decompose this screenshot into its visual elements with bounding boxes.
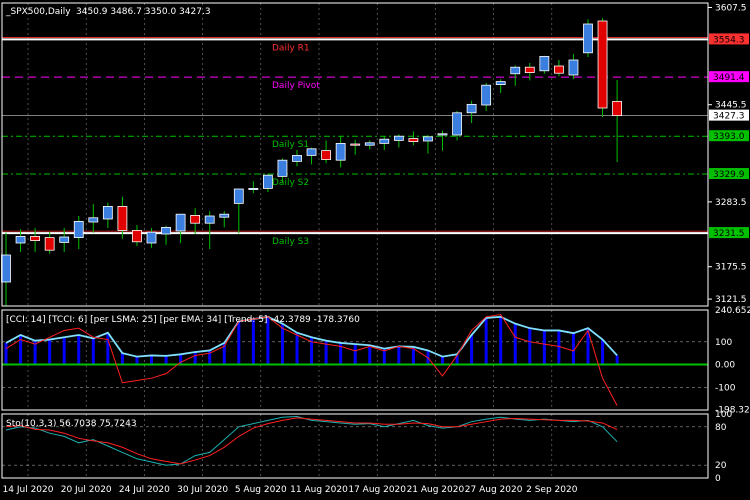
candle-body-15 bbox=[219, 213, 230, 218]
x-label-4: 5 Aug 2020 bbox=[235, 485, 287, 495]
level-name-5: Daily S3 bbox=[272, 237, 309, 247]
candle-body-13 bbox=[190, 214, 201, 224]
level-tag-label-2: 3427.3 bbox=[713, 112, 745, 122]
candle-body-27 bbox=[393, 135, 404, 141]
cci-panel: [CCI: 14] [TCCI: 6] [per LSMA: 25] [per … bbox=[2, 314, 708, 406]
x-label-9: 2 Sep 2020 bbox=[526, 485, 578, 495]
candle-body-3 bbox=[44, 237, 55, 251]
x-label-3: 30 Jul 2020 bbox=[177, 485, 228, 495]
x-label-5: 11 Aug 2020 bbox=[290, 485, 348, 495]
x-label-0: 14 Jul 2020 bbox=[3, 485, 54, 495]
candle-body-4 bbox=[59, 236, 70, 243]
candle-body-20 bbox=[292, 154, 302, 162]
candle-body-28 bbox=[408, 138, 419, 143]
candle-body-42 bbox=[612, 101, 622, 117]
stoch-ytick-label-1: 100 bbox=[715, 410, 732, 420]
candle-body-41 bbox=[597, 20, 608, 109]
x-label-2: 24 Jul 2020 bbox=[119, 485, 170, 495]
stoch-ytick-label-3: 0 bbox=[715, 474, 721, 484]
level-name-0: Daily R1 bbox=[272, 43, 310, 53]
x-label-1: 20 Jul 2020 bbox=[61, 485, 112, 495]
candles bbox=[1, 18, 622, 306]
candle-body-21 bbox=[306, 148, 317, 156]
candle-body-32 bbox=[466, 104, 477, 114]
candle-body-1 bbox=[15, 235, 26, 244]
candle-body-12 bbox=[175, 213, 186, 232]
stoch-panel: Sto(10,3,3) 56.7038 75.7243 bbox=[2, 416, 708, 466]
candle-body-14 bbox=[204, 215, 215, 224]
candle-body-37 bbox=[539, 56, 550, 72]
level-tag-label-5: 3231.5 bbox=[713, 229, 745, 239]
candle-body-11 bbox=[161, 226, 171, 235]
level-tag-label-1: 3491.4 bbox=[713, 73, 745, 83]
main-ytick-label-3: 3175.5 bbox=[715, 263, 747, 273]
candle-body-8 bbox=[117, 205, 128, 231]
stoch-ytick-label-0: 80 bbox=[715, 423, 727, 433]
candle-body-10 bbox=[146, 231, 157, 244]
candle-body-38 bbox=[554, 65, 564, 74]
level-name-4: Daily S2 bbox=[272, 178, 309, 188]
candle-body-39 bbox=[568, 59, 579, 76]
level-tag-label-0: 3554.3 bbox=[713, 35, 745, 45]
cci-ytick-label-2: 0.00 bbox=[715, 361, 735, 371]
candle-body-9 bbox=[132, 229, 142, 243]
level-name-1: Daily Pivot bbox=[272, 81, 320, 91]
chart-ohlc: 3450.9 3486.7 3350.0 3427.3 bbox=[76, 7, 211, 17]
candle-body-23 bbox=[335, 142, 346, 161]
candle-body-18 bbox=[262, 174, 273, 189]
level-tag-label-4: 3329.9 bbox=[713, 170, 745, 180]
candle-body-6 bbox=[88, 217, 99, 223]
candle-body-17 bbox=[248, 187, 259, 190]
candle-body-0 bbox=[1, 254, 11, 283]
candle-body-2 bbox=[30, 235, 41, 241]
cci-ytick-label-1: 100 bbox=[715, 338, 732, 348]
cci-ytick-label-3: -100 bbox=[715, 383, 736, 393]
candle-body-5 bbox=[73, 220, 84, 238]
chart-symbol: _SPX500,Daily bbox=[5, 7, 71, 17]
candle-body-24 bbox=[350, 143, 361, 146]
candle-body-7 bbox=[102, 205, 113, 220]
x-label-6: 17 Aug 2020 bbox=[348, 485, 406, 495]
pivot-levels: Daily R1 3554.3 Daily Pivot 3491.4 3427.3 Dai… bbox=[2, 33, 749, 247]
chart-svg: Daily R1 3554.3 Daily Pivot 3491.4 3427.3 Dai… bbox=[1, 2, 750, 495]
candle-body-40 bbox=[583, 23, 593, 54]
stoch-title: Sto(10,3,3) 56.7038 75.7243 bbox=[6, 419, 137, 429]
main-ytick-label-1: 3445.5 bbox=[715, 101, 747, 111]
candle-body-30 bbox=[437, 133, 448, 136]
candle-body-35 bbox=[510, 66, 521, 75]
level-tag-label-3: 3393.0 bbox=[713, 132, 745, 142]
cci-title: [CCI: 14] [TCCI: 6] [per LSMA: 25] [per … bbox=[6, 315, 360, 325]
cci-ytick-label-0: 240.6524 bbox=[715, 306, 750, 316]
candle-body-22 bbox=[321, 150, 332, 161]
x-label-8: 27 Aug 2020 bbox=[465, 485, 523, 495]
main-ytick-label-2: 3283.5 bbox=[715, 198, 747, 208]
candle-body-31 bbox=[452, 112, 462, 136]
candle-body-25 bbox=[364, 142, 375, 146]
main-ytick-label-0: 3607.5 bbox=[715, 4, 747, 14]
candle-body-26 bbox=[379, 138, 390, 144]
level-name-3: Daily S1 bbox=[272, 140, 309, 150]
stoch-ytick-label-2: 20 bbox=[715, 461, 727, 471]
candle-body-36 bbox=[524, 66, 535, 73]
candle-body-19 bbox=[277, 159, 288, 177]
candle-body-16 bbox=[233, 188, 244, 204]
candle-body-34 bbox=[495, 81, 506, 85]
candle-body-33 bbox=[481, 84, 492, 106]
main-ytick-label-4: 3121.5 bbox=[715, 295, 747, 305]
x-label-7: 21 Aug 2020 bbox=[407, 485, 465, 495]
candle-body-29 bbox=[423, 136, 433, 142]
